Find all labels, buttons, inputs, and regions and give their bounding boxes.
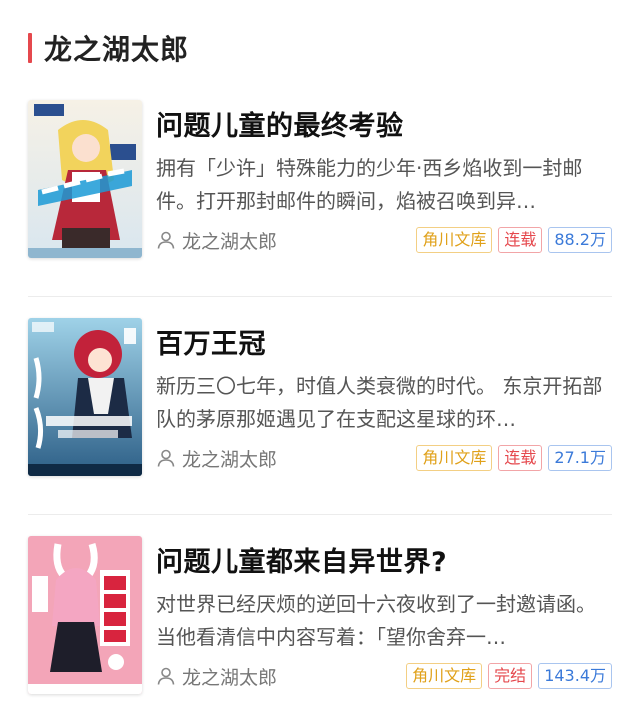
- author-name: 龙之湖太郎: [182, 448, 278, 471]
- word-count-tag: 88.2万: [548, 227, 612, 253]
- book-meta: 龙之湖太郎 角川文库 连载 27.1万: [156, 442, 612, 474]
- book-meta: 龙之湖太郎 角川文库 完结 143.4万: [156, 660, 612, 692]
- book-cover-image[interactable]: [28, 318, 142, 476]
- book-title[interactable]: 问题儿童的最终考验: [156, 104, 404, 143]
- book-title[interactable]: 问题儿童都来自异世界?: [156, 540, 447, 579]
- section-accent-bar: [28, 33, 32, 63]
- section-title: 龙之湖太郎: [44, 33, 190, 66]
- person-icon: [157, 231, 175, 249]
- status-tag: 连载: [498, 227, 543, 253]
- book-author[interactable]: 龙之湖太郎: [156, 227, 277, 254]
- book-item[interactable]: 百万王冠 新历三〇七年，时值人类衰微的时代。 东京开拓部队的茅原那姬遇见了在支配…: [28, 318, 612, 480]
- word-count-tag: 27.1万: [548, 445, 612, 471]
- divider: [28, 514, 612, 515]
- book-info: 问题儿童的最终考验 拥有「少许」特殊能力的少年·西乡焰收到一封邮件。打开那封邮件…: [156, 100, 612, 262]
- status-tag: 连载: [498, 445, 543, 471]
- publisher-tag: 角川文库: [406, 663, 483, 689]
- person-icon: [157, 667, 175, 685]
- book-author[interactable]: 龙之湖太郎: [156, 663, 277, 690]
- book-tags: 角川文库 连载 27.1万: [416, 445, 612, 471]
- publisher-tag: 角川文库: [416, 227, 493, 253]
- book-cover-image[interactable]: [28, 100, 142, 258]
- book-item[interactable]: 问题儿童都来自异世界? 对世界已经厌烦的逆回十六夜收到了一封邀请函。 当他看清信…: [28, 536, 612, 698]
- author-name: 龙之湖太郎: [182, 666, 278, 689]
- book-item[interactable]: 问题儿童的最终考验 拥有「少许」特殊能力的少年·西乡焰收到一封邮件。打开那封邮件…: [28, 100, 612, 262]
- publisher-tag: 角川文库: [416, 445, 493, 471]
- book-tags: 角川文库 连载 88.2万: [416, 227, 612, 253]
- word-count-tag: 143.4万: [538, 663, 612, 689]
- book-info: 百万王冠 新历三〇七年，时值人类衰微的时代。 东京开拓部队的茅原那姬遇见了在支配…: [156, 318, 612, 480]
- section-header: 龙之湖太郎: [28, 28, 189, 68]
- book-meta: 龙之湖太郎 角川文库 连载 88.2万: [156, 224, 612, 256]
- status-tag: 完结: [488, 663, 533, 689]
- book-description: 新历三〇七年，时值人类衰微的时代。 东京开拓部队的茅原那姬遇见了在支配这星球的环…: [156, 374, 603, 431]
- divider: [28, 296, 612, 297]
- book-info: 问题儿童都来自异世界? 对世界已经厌烦的逆回十六夜收到了一封邀请函。 当他看清信…: [156, 536, 612, 698]
- book-description: 对世界已经厌烦的逆回十六夜收到了一封邀请函。 当他看清信中内容写着：「望你舍弃一…: [156, 592, 596, 649]
- author-book-list: 龙之湖太郎 问题儿童的最终考验 拥有「少许」特殊能力的少年·西乡焰收到一封邮件。…: [0, 0, 640, 718]
- person-icon: [157, 449, 175, 467]
- book-cover-image[interactable]: [28, 536, 142, 694]
- book-author[interactable]: 龙之湖太郎: [156, 445, 277, 472]
- book-title[interactable]: 百万王冠: [156, 322, 266, 361]
- author-name: 龙之湖太郎: [182, 230, 278, 253]
- book-description: 拥有「少许」特殊能力的少年·西乡焰收到一封邮件。打开那封邮件的瞬间，焰被召唤到异…: [156, 156, 583, 213]
- book-tags: 角川文库 完结 143.4万: [406, 663, 612, 689]
